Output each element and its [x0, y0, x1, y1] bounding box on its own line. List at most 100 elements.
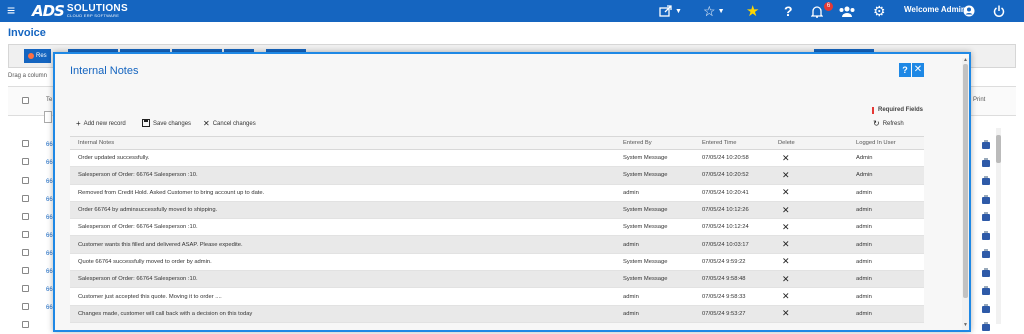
invoice-link[interactable]: 66 [46, 305, 53, 311]
delete-icon[interactable]: ✕ [782, 205, 790, 216]
invoice-link[interactable]: 66 [46, 215, 53, 221]
invoice-link[interactable]: 66 [46, 287, 53, 293]
users-icon[interactable] [838, 3, 856, 19]
printer-icon[interactable] [982, 176, 990, 185]
table-row[interactable]: Removed from Credit Hold. Asked Customer… [70, 184, 924, 202]
share-icon[interactable]: ▼ [659, 3, 682, 19]
logo-text: SOLUTIONS [66, 2, 128, 14]
row-checkbox[interactable] [22, 140, 29, 147]
dialog-scrollbar-thumb[interactable] [963, 64, 968, 298]
printer-icon[interactable] [982, 322, 990, 331]
help-button[interactable]: ? [899, 63, 911, 77]
delete-icon[interactable]: ✕ [782, 308, 790, 319]
delete-icon[interactable]: ✕ [782, 256, 790, 267]
printer-icon[interactable] [982, 195, 990, 204]
invoice-link[interactable]: 66 [46, 197, 53, 203]
row-checkbox[interactable] [22, 158, 29, 165]
printer-icon[interactable] [982, 158, 990, 167]
invoice-link[interactable]: 66 [46, 251, 53, 257]
delete-icon[interactable]: ✕ [782, 222, 790, 233]
row-checkbox[interactable] [22, 177, 29, 184]
printer-icon[interactable] [982, 286, 990, 295]
invoice-link[interactable]: 66 [46, 269, 53, 275]
printer-icon[interactable] [982, 268, 990, 277]
star-outline-icon[interactable]: ☆ ▼ [703, 3, 725, 19]
row-checkbox[interactable] [22, 231, 29, 238]
gear-icon[interactable]: ⚙ [873, 3, 886, 19]
power-icon[interactable] [993, 3, 1005, 19]
save-changes-button[interactable]: Save changes [142, 119, 191, 129]
scroll-up-icon[interactable]: ▲ [963, 57, 968, 63]
logged-in-user: Admin [856, 155, 873, 162]
page-scrollbar-thumb[interactable] [996, 135, 1001, 163]
delete-icon[interactable]: ✕ [782, 170, 790, 181]
table-row[interactable]: Customer wants this filled and delivered… [70, 236, 924, 254]
row-checkbox[interactable] [22, 285, 29, 292]
add-record-button[interactable]: + Add new record [76, 119, 126, 128]
entered-time: 07/05/24 9:53:27 [702, 310, 746, 317]
printer-icon[interactable] [982, 249, 990, 258]
required-fields-note: Required Fields [872, 107, 923, 114]
note-text: Salesperson of Order: 66764 Salesperson … [78, 224, 198, 231]
bell-icon[interactable] [811, 3, 823, 19]
row-checkbox[interactable] [22, 303, 29, 310]
delete-icon[interactable]: ✕ [782, 239, 790, 250]
column-header-entered-time[interactable]: Entered Time [702, 137, 736, 149]
column-header-entered-by[interactable]: Entered By [623, 137, 652, 149]
printer-icon[interactable] [982, 212, 990, 221]
logo[interactable]: ADS SOLUTIONS CLOUD ERP SOFTWARE [32, 3, 128, 19]
column-header-internal-notes[interactable]: Internal Notes [78, 137, 114, 149]
entered-time: 07/05/24 10:12:26 [702, 207, 749, 214]
help-icon[interactable]: ? [784, 3, 793, 19]
column-header-logged-in-user[interactable]: Logged In User [856, 137, 896, 149]
star-filled-icon[interactable]: ★ [746, 3, 759, 20]
column-header[interactable]: Te [46, 97, 52, 103]
reset-button[interactable]: Res [24, 49, 51, 63]
printer-icon[interactable] [982, 231, 990, 240]
filter-input[interactable] [44, 111, 52, 123]
hamburger-icon[interactable]: ≡ [7, 2, 15, 18]
table-row[interactable]: Quote 66764 successfully moved to order … [70, 253, 924, 272]
row-checkbox[interactable] [22, 249, 29, 256]
logged-in-user: admin [856, 224, 872, 231]
invoice-link[interactable]: 66 [46, 142, 53, 148]
cancel-changes-button[interactable]: ✕ Cancel changes [203, 119, 256, 128]
invoice-link[interactable]: 66 [46, 233, 53, 239]
entered-by: System Message [623, 155, 668, 162]
logo-mark: ADS [32, 2, 65, 20]
delete-icon[interactable]: ✕ [782, 274, 790, 285]
column-header-delete[interactable]: Delete [778, 137, 795, 149]
invoice-link[interactable]: 66 [46, 179, 53, 185]
row-checkbox[interactable] [22, 213, 29, 220]
scroll-down-icon[interactable]: ▼ [963, 322, 968, 328]
logo-tagline: CLOUD ERP SOFTWARE [66, 12, 120, 18]
invoice-link[interactable]: 66 [46, 160, 53, 166]
user-avatar-icon[interactable] [963, 3, 975, 19]
refresh-button[interactable]: ↻ Refresh [873, 119, 904, 128]
row-checkbox[interactable] [22, 195, 29, 202]
table-row[interactable]: Salesperson of Order: 66764 Salesperson … [70, 271, 924, 289]
table-row[interactable]: Customer just accepted this quote. Movin… [70, 288, 924, 306]
chevron-down-icon: ▼ [675, 7, 682, 15]
note-text: Order updated successfully. [78, 155, 150, 162]
table-row[interactable]: Salesperson of Order: 66764 Salesperson … [70, 167, 924, 185]
delete-icon[interactable]: ✕ [782, 153, 790, 164]
table-row[interactable]: Order updated successfully. System Messa… [70, 150, 924, 168]
save-icon [142, 119, 150, 129]
select-all-checkbox[interactable] [22, 97, 29, 104]
close-button[interactable]: ✕ [912, 63, 924, 77]
welcome-text[interactable]: Welcome Admin [904, 5, 966, 14]
logged-in-user: admin [856, 293, 872, 300]
entered-by: admin [623, 310, 639, 317]
printer-icon[interactable] [982, 140, 990, 149]
row-checkbox[interactable] [22, 267, 29, 274]
row-checkbox[interactable] [22, 321, 29, 328]
table-row[interactable]: Salesperson of Order: 66764 Salesperson … [70, 219, 924, 237]
delete-icon[interactable]: ✕ [782, 291, 790, 302]
printer-icon[interactable] [982, 304, 990, 313]
table-row[interactable]: Changes made, customer will call back wi… [70, 305, 924, 323]
column-header-print: Print [973, 97, 986, 103]
reset-icon [28, 53, 34, 59]
table-row[interactable]: Order 66764 by adminsuccessfully moved t… [70, 201, 924, 220]
delete-icon[interactable]: ✕ [782, 187, 790, 198]
